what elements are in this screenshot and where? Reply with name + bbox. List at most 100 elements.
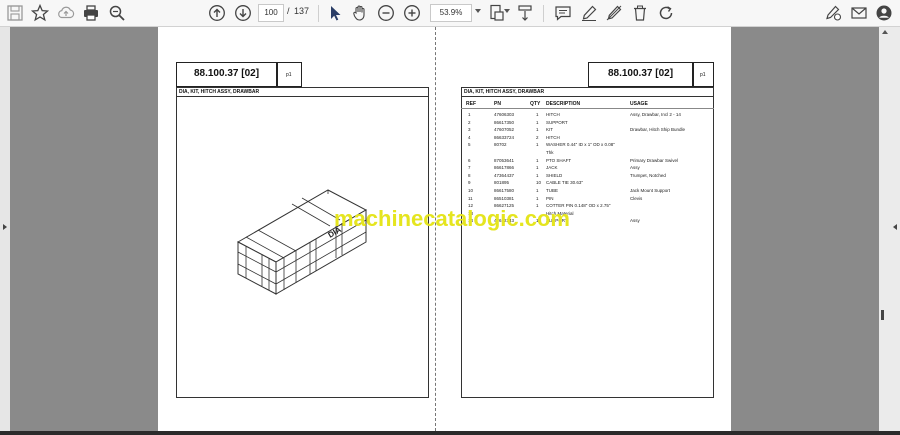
left-panel-divider [176,96,429,97]
cell-pn: 86617580 [494,188,515,193]
cell-qty: 10 [536,180,542,186]
cell-pn: 801895 [494,180,510,186]
cell-ref: 10 [468,188,474,193]
cell-ref: 2 [468,119,471,125]
hand-tool-icon[interactable] [350,3,370,23]
cell-usage: Trumpet, Notched [630,172,666,178]
cell-desc: PTO SHAFT [546,157,572,163]
right-panel-divider [461,96,714,97]
page-total: 137 [294,6,310,16]
cell-qty: 1 [536,172,539,178]
cell-desc: KIT [546,127,554,133]
cell-qty: 1 [536,127,539,133]
cell-usage: Drawbar, Hitch Ship Bundle [630,127,686,133]
highlight-pen-icon[interactable] [579,3,599,23]
cell-usage: Assy, Drawbar, Incl 2 - 14 [630,112,681,117]
cell-desc: JACK [546,165,558,171]
cell-ref: 3 [468,127,471,133]
right-parts-table-panel [461,87,714,398]
left-part-number: 88.100.37 [02] [193,68,260,79]
email-envelope-icon[interactable] [849,3,869,23]
cell-usage: Clevis [630,195,643,201]
zoom-out-icon[interactable] [376,3,396,23]
cell-desc: PIN [546,195,554,201]
right-panel-title: DIA, KIT, HITCH ASSY, DRAWBAR [464,89,545,95]
cell-usage: Jack Mount Support [630,188,671,193]
page-number-input[interactable]: 100 [258,4,284,22]
delete-trash-icon[interactable] [630,3,650,23]
cell-pn: 47607052 [494,127,515,133]
cell-ref: 6 [468,157,471,163]
expand-right-panel-icon[interactable] [893,224,897,230]
cell-qty: 1 [536,119,539,125]
cell-pn: 86617866 [494,165,515,171]
vertical-scrollbar-thumb[interactable] [881,310,884,320]
left-panel-title: DIA, KIT, HITCH ASSY, DRAWBAR [179,89,260,95]
cell-pn: 86633724 [494,134,515,140]
zoom-search-icon[interactable] [107,3,127,23]
cell-pn: 86617350 [494,119,515,125]
previous-page-icon[interactable] [207,3,227,23]
cell-usage: Assy [630,218,640,224]
fit-dropdown-chevron-icon[interactable] [504,9,510,13]
right-sheet-label: p1 [700,72,706,78]
zoom-level-field[interactable]: 53.9% [430,4,472,22]
cell-qty: 1 [536,142,539,148]
watermark: machinecatalogic.com [334,206,570,231]
cell-ref: 7 [468,165,471,171]
draw-sign-icon[interactable] [604,3,624,23]
page-separator: / [287,6,290,16]
cell-desc: Thk [546,150,554,155]
crate-illustration: DIA [236,189,368,295]
cell-ref: 5 [468,142,471,148]
cell-usage: Assy [630,165,640,171]
cell-qty: 1 [536,165,539,171]
cell-qty: 1 [536,112,539,117]
cell-usage: Primary Drawbar Swivel [630,157,679,163]
edit-sign-icon[interactable] [823,3,843,23]
fit-page-icon[interactable] [487,3,507,23]
column-header-description: DESCRIPTION [546,101,581,107]
column-header-usage: USAGE [630,101,648,107]
expand-left-panel-icon[interactable] [3,224,7,230]
cell-qty: 1 [536,188,539,193]
save-icon[interactable] [5,3,25,23]
left-sheet-label: p1 [286,72,292,78]
rotate-refresh-icon[interactable] [656,3,676,23]
user-account-icon[interactable] [874,3,894,23]
cell-qty: 2 [536,134,539,140]
cell-pn: 47364437 [494,172,515,178]
toolbar-divider [318,5,319,22]
scroll-up-arrow-icon[interactable] [881,28,889,36]
cell-pn: 87053641 [494,157,515,163]
bookmark-star-icon[interactable] [30,3,50,23]
cell-qty: 1 [536,157,539,163]
right-part-number: 88.100.37 [02] [607,68,674,79]
cell-pn: 80702 [494,142,507,148]
comment-icon[interactable] [553,3,573,23]
cell-ref: 4 [468,134,471,140]
cell-desc: SUPPORT [546,119,568,125]
cell-desc: HITCH [546,112,560,117]
cell-ref: 8 [468,172,471,178]
column-header-pn: PN [494,101,501,107]
upload-cloud-icon[interactable] [56,3,76,23]
column-header-qty: QTY [530,101,541,107]
cell-desc: TUBE [546,188,559,193]
cell-ref: 1 [468,112,471,117]
cell-ref: 9 [468,180,471,186]
toolbar-divider [543,5,544,22]
cell-pn: 47606303 [494,112,515,117]
zoom-in-icon[interactable] [402,3,422,23]
table-header-divider [461,108,714,109]
print-icon[interactable] [81,3,101,23]
cell-desc: WASHER 0.44" ID x 1" OD x 0.08" [546,142,615,148]
bottom-bar [0,431,900,435]
cell-qty: 1 [536,195,539,201]
zoom-dropdown-chevron-icon[interactable] [475,9,481,13]
select-cursor-icon[interactable] [325,3,345,23]
cell-ref: 11 [468,195,473,201]
next-page-icon[interactable] [233,3,253,23]
cell-pn: 86510381 [494,195,515,201]
scroll-mode-icon[interactable] [515,3,535,23]
